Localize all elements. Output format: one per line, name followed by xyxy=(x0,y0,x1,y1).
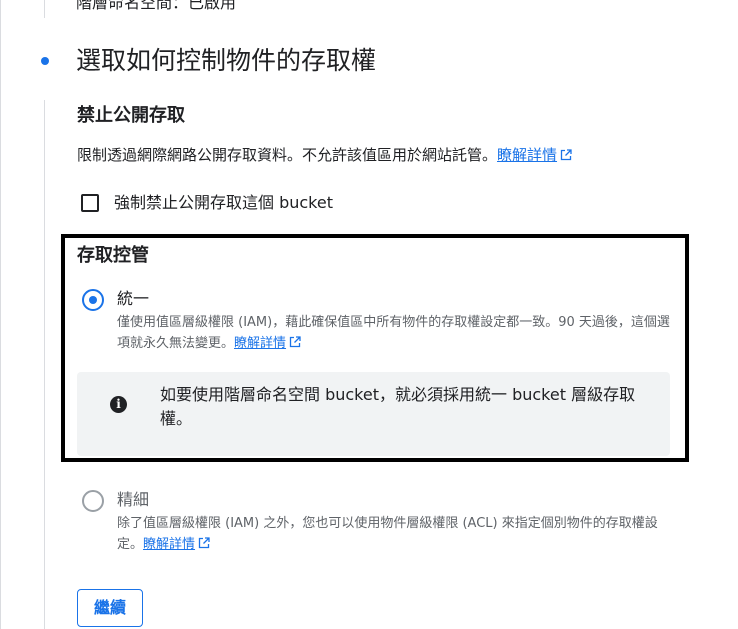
public-access-learn-more-link[interactable]: 瞭解詳情 xyxy=(497,146,572,164)
uniform-description-text: 僅使用值區層級權限 (IAM)，藉此確保值區中所有物件的存取權設定都一致。90 … xyxy=(117,315,670,351)
step-title: 選取如何控制物件的存取權 xyxy=(76,46,377,75)
public-access-description: 限制透過網際網路公開存取資料。不允許該值區用於網站託管。瞭解詳情 xyxy=(77,144,572,166)
public-access-description-text: 限制透過網際網路公開存取資料。不允許該值區用於網站託管。 xyxy=(77,146,498,164)
open-in-new-icon xyxy=(198,537,210,549)
previous-step-status: 階層命名空間：已啟用 xyxy=(76,0,237,12)
fine-grained-radio-button[interactable] xyxy=(82,490,104,512)
prevent-public-access-label: 強制禁止公開存取這個 bucket xyxy=(114,193,333,212)
continue-button[interactable]: 繼續 xyxy=(77,589,143,627)
uniform-option-description: 僅使用值區層級權限 (IAM)，藉此確保值區中所有物件的存取權設定都一致。90 … xyxy=(117,312,677,354)
access-control-title: 存取控管 xyxy=(77,245,149,266)
uniform-option-label: 統一 xyxy=(117,289,150,308)
open-in-new-icon xyxy=(560,149,572,161)
open-in-new-icon xyxy=(289,336,301,348)
uniform-learn-more-label: 瞭解詳情 xyxy=(234,336,287,351)
fine-grained-option-description: 除了值區層級權限 (IAM) 之外，您也可以使用物件層級權限 (ACL) 來指定… xyxy=(117,513,662,555)
public-access-learn-more-label: 瞭解詳情 xyxy=(497,146,558,164)
info-message: 如要使用階層命名空間 bucket，就必須採用統一 bucket 層級存取權。 xyxy=(160,385,636,428)
uniform-learn-more-link[interactable]: 瞭解詳情 xyxy=(234,336,301,351)
step-indicator-dot xyxy=(41,57,49,65)
fine-grained-learn-more-link[interactable]: 瞭解詳情 xyxy=(143,537,210,552)
public-access-title: 禁止公開存取 xyxy=(77,105,185,126)
uniform-radio-button[interactable] xyxy=(82,289,104,311)
prevent-public-access-option[interactable]: 強制禁止公開存取這個 bucket xyxy=(81,191,333,215)
info-icon: i xyxy=(110,396,127,413)
stepper-line xyxy=(44,100,45,629)
fine-grained-option-label: 精細 xyxy=(117,490,150,509)
stepper-line-top xyxy=(44,0,45,18)
fine-grained-learn-more-label: 瞭解詳情 xyxy=(143,537,196,552)
prevent-public-access-checkbox[interactable] xyxy=(81,194,99,212)
left-border xyxy=(0,0,1,629)
